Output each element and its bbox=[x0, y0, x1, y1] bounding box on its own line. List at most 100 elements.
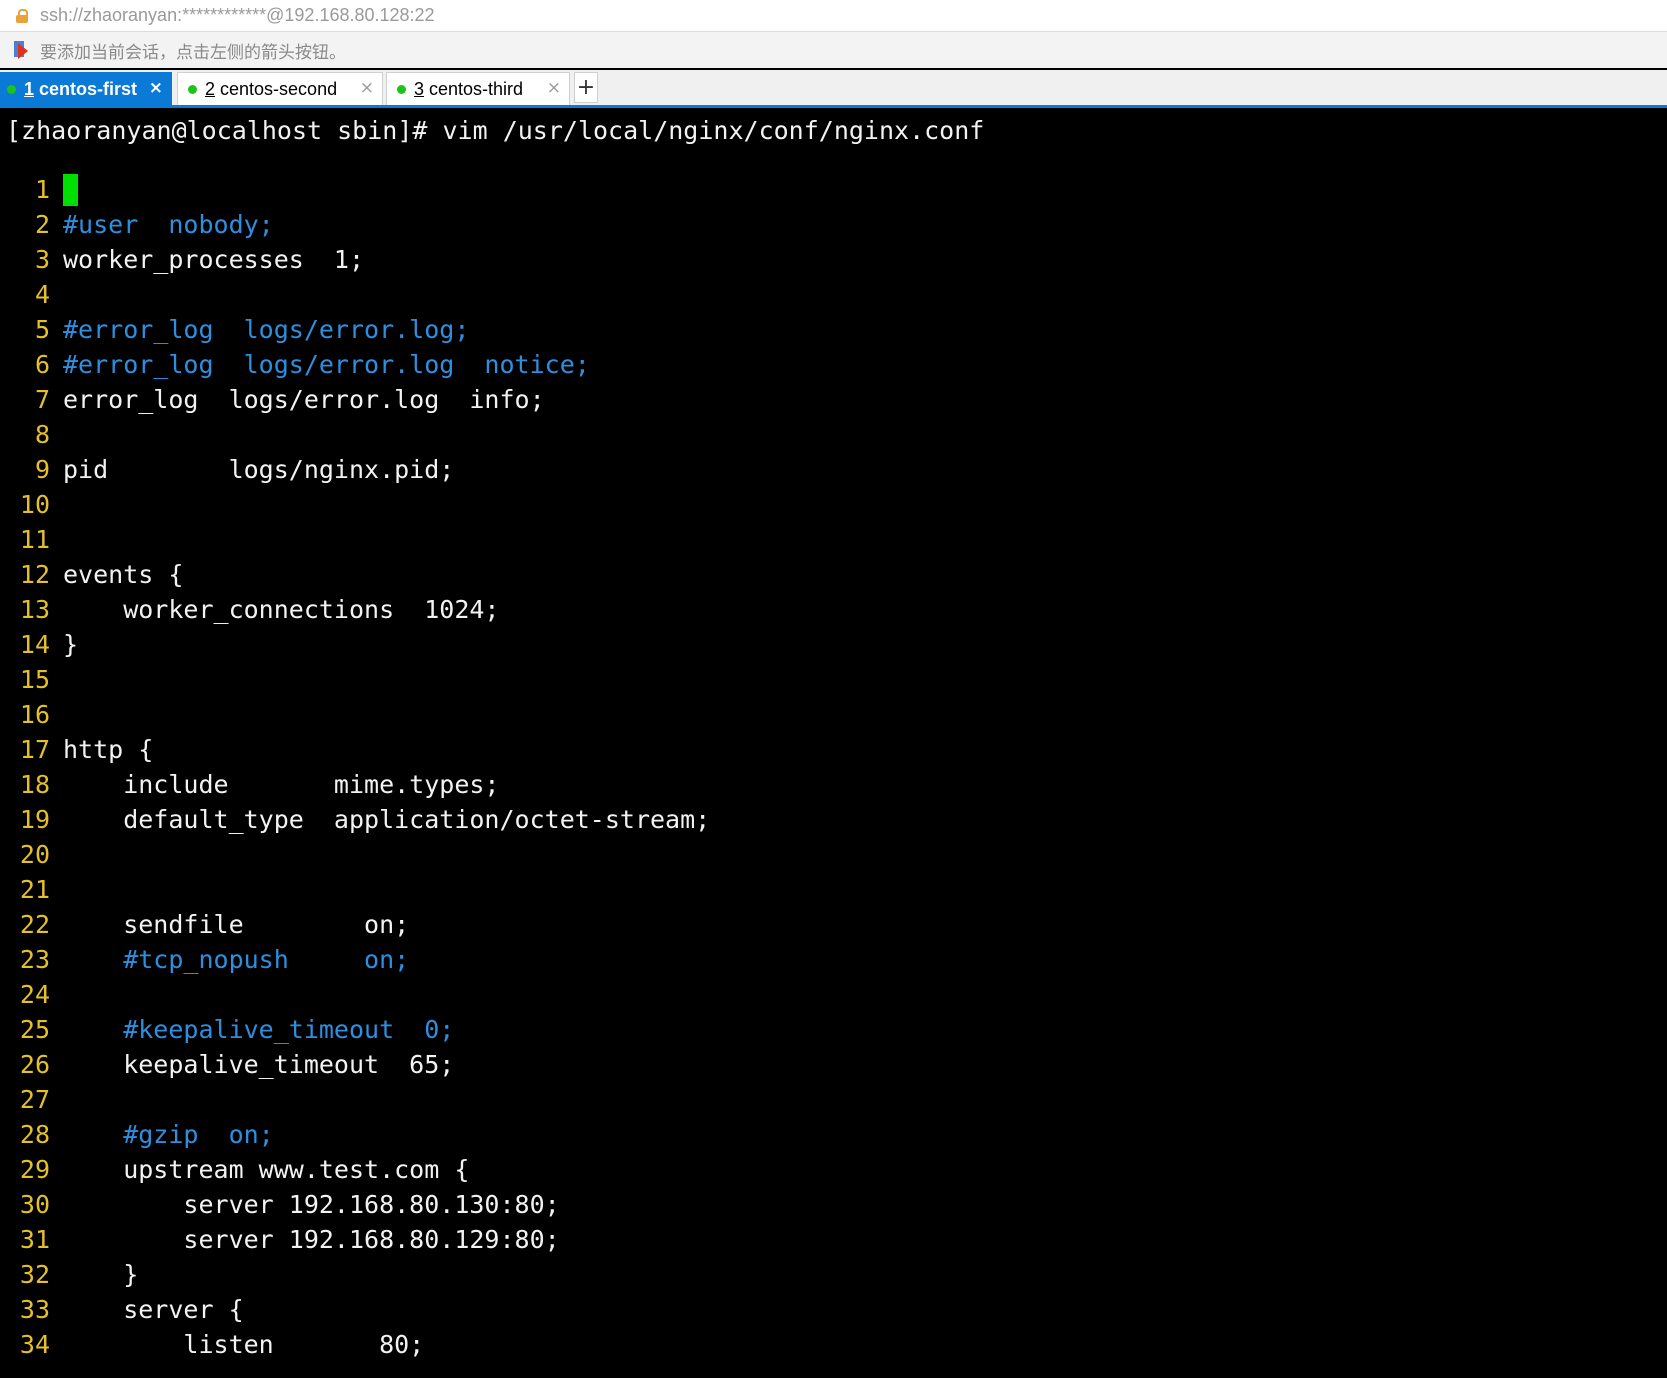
line-number: 14 bbox=[19, 630, 50, 659]
editor-line: 17 http { bbox=[0, 732, 153, 767]
comment-text: #error_log logs/error.log; bbox=[63, 315, 470, 344]
code-text: } bbox=[63, 630, 79, 659]
session-hint-bar: 要添加当前会话，点击左侧的箭头按钮。 bbox=[0, 32, 1667, 68]
line-number: 30 bbox=[19, 1190, 50, 1219]
editor-line: 16 bbox=[0, 697, 63, 732]
code-text: default_type application/octet-stream; bbox=[63, 805, 711, 834]
editor-line: 28 #gzip on; bbox=[0, 1117, 274, 1152]
close-tab-icon[interactable]: × bbox=[547, 78, 561, 98]
code-text: listen 80; bbox=[63, 1330, 425, 1359]
comment-text: #tcp_nopush on; bbox=[63, 945, 410, 974]
editor-line: 12 events { bbox=[0, 557, 184, 592]
line-number: 18 bbox=[19, 770, 50, 799]
line-number: 33 bbox=[19, 1295, 50, 1324]
close-tab-icon[interactable]: × bbox=[149, 78, 163, 98]
code-text: server { bbox=[63, 1295, 244, 1324]
editor-line: 9 pid logs/nginx.pid; bbox=[0, 452, 454, 487]
line-number: 3 bbox=[34, 245, 50, 274]
editor-line: 18 include mime.types; bbox=[0, 767, 500, 802]
line-number: 16 bbox=[19, 700, 50, 729]
tab-bar: 1 centos-first × 2 centos-second × 3 cen… bbox=[0, 70, 1667, 108]
editor-line: 25 #keepalive_timeout 0; bbox=[0, 1012, 454, 1047]
terminal-pane[interactable]: [zhaoranyan@localhost sbin]# vim /usr/lo… bbox=[0, 108, 1667, 1378]
line-number: 10 bbox=[19, 490, 50, 519]
line-number: 20 bbox=[19, 840, 50, 869]
line-number: 8 bbox=[34, 420, 50, 449]
editor-line: 4 bbox=[0, 277, 63, 312]
editor-line: 15 bbox=[0, 662, 63, 697]
comment-text: #gzip on; bbox=[63, 1120, 274, 1149]
editor-line: 32 } bbox=[0, 1257, 138, 1292]
tab-label: centos-second bbox=[220, 78, 338, 99]
editor-line: 8 bbox=[0, 417, 63, 452]
editor-line: 31 server 192.168.80.129:80; bbox=[0, 1222, 560, 1257]
code-text: server 192.168.80.130:80; bbox=[63, 1190, 560, 1219]
line-number: 32 bbox=[19, 1260, 50, 1289]
line-number: 2 bbox=[34, 210, 50, 239]
tab-number: 3 bbox=[414, 78, 425, 99]
editor-line: 6 #error_log logs/error.log notice; bbox=[0, 347, 590, 382]
comment-text: #keepalive_timeout 0; bbox=[63, 1015, 455, 1044]
code-text: http { bbox=[63, 735, 154, 764]
close-tab-icon[interactable]: × bbox=[360, 78, 374, 98]
line-number: 25 bbox=[19, 1015, 50, 1044]
code-text: keepalive_timeout 65; bbox=[63, 1050, 455, 1079]
line-number: 22 bbox=[19, 910, 50, 939]
editor-line: 13 worker_connections 1024; bbox=[0, 592, 500, 627]
text-cursor bbox=[63, 173, 78, 206]
line-number: 9 bbox=[34, 455, 50, 484]
editor-line: 33 server { bbox=[0, 1292, 244, 1327]
editor-line: 34 listen 80; bbox=[0, 1327, 424, 1362]
session-url[interactable]: ssh://zhaoranyan:************@192.168.80… bbox=[40, 5, 435, 26]
code-text: error_log logs/error.log info; bbox=[63, 385, 545, 414]
code-text: include mime.types; bbox=[63, 770, 500, 799]
shell-command-line: [zhaoranyan@localhost sbin]# vim /usr/lo… bbox=[6, 116, 985, 145]
line-number: 26 bbox=[19, 1050, 50, 1079]
connected-status-icon bbox=[7, 84, 16, 94]
editor-line: 29 upstream www.test.com { bbox=[0, 1152, 470, 1187]
tab-label: centos-first bbox=[39, 78, 138, 99]
line-number: 24 bbox=[19, 980, 50, 1009]
tab-centos-second[interactable]: 2 centos-second × bbox=[177, 72, 383, 105]
new-tab-button[interactable]: + bbox=[574, 72, 598, 103]
editor-line: 20 bbox=[0, 837, 63, 872]
address-bar[interactable]: ssh://zhaoranyan:************@192.168.80… bbox=[0, 0, 1667, 32]
tab-label: centos-third bbox=[429, 78, 524, 99]
editor-line: 3 worker_processes 1; bbox=[0, 242, 364, 277]
code-text: upstream www.test.com { bbox=[63, 1155, 470, 1184]
editor-line: 21 bbox=[0, 872, 63, 907]
line-number: 7 bbox=[34, 385, 50, 414]
editor-line: 7 error_log logs/error.log info; bbox=[0, 382, 545, 417]
editor-line: 10 bbox=[0, 487, 63, 522]
tab-centos-third[interactable]: 3 centos-third × bbox=[386, 72, 570, 105]
line-number: 23 bbox=[19, 945, 50, 974]
tab-number: 1 bbox=[24, 78, 35, 99]
line-number: 5 bbox=[34, 315, 50, 344]
editor-line: 2 #user nobody; bbox=[0, 207, 274, 242]
editor-line: 26 keepalive_timeout 65; bbox=[0, 1047, 454, 1082]
code-text: worker_connections 1024; bbox=[63, 595, 500, 624]
lock-icon bbox=[16, 8, 28, 23]
editor-line: 11 bbox=[0, 522, 63, 557]
code-text: } bbox=[63, 1260, 139, 1289]
line-number: 4 bbox=[34, 280, 50, 309]
editor-line: 22 sendfile on; bbox=[0, 907, 409, 942]
editor-line: 24 bbox=[0, 977, 63, 1012]
code-text: server 192.168.80.129:80; bbox=[63, 1225, 560, 1254]
line-number: 29 bbox=[19, 1155, 50, 1184]
code-text: events { bbox=[63, 560, 184, 589]
editor-line: 23 #tcp_nopush on; bbox=[0, 942, 409, 977]
connected-status-icon bbox=[188, 84, 197, 94]
line-number: 28 bbox=[19, 1120, 50, 1149]
code-text: worker_processes 1; bbox=[63, 245, 365, 274]
line-number: 12 bbox=[19, 560, 50, 589]
connected-status-icon bbox=[397, 84, 406, 94]
add-session-arrow-icon[interactable] bbox=[14, 41, 30, 59]
editor-line: 5 #error_log logs/error.log; bbox=[0, 312, 469, 347]
line-number: 1 bbox=[34, 175, 50, 204]
hint-text: 要添加当前会话，点击左侧的箭头按钮。 bbox=[40, 42, 346, 63]
line-number: 21 bbox=[19, 875, 50, 904]
editor-line: 14} bbox=[0, 627, 78, 662]
line-number: 6 bbox=[34, 350, 50, 379]
tab-centos-first[interactable]: 1 centos-first × bbox=[0, 72, 172, 105]
